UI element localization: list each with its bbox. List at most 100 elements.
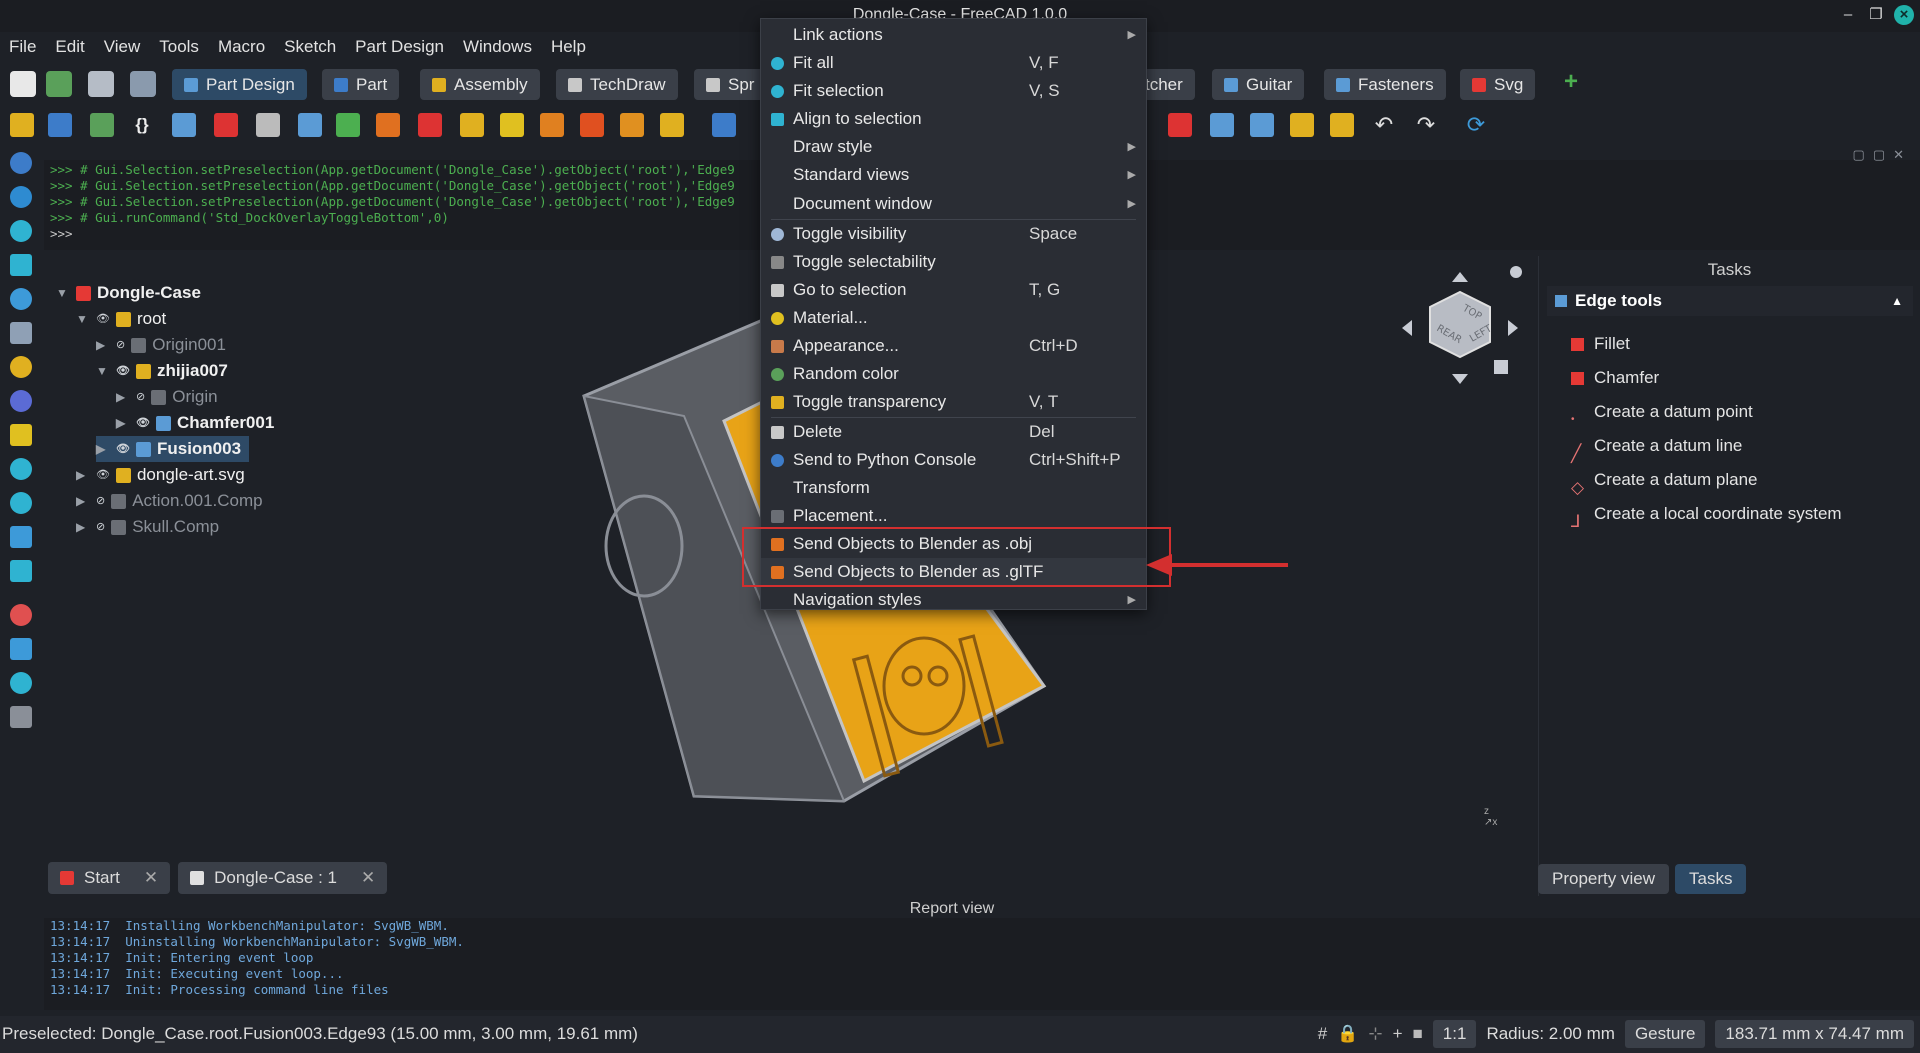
mirrored-icon[interactable]	[1168, 113, 1192, 137]
task-datum-point[interactable]: • Create a datum point	[1571, 398, 1753, 426]
eye-icon[interactable]: 👁	[116, 436, 130, 462]
star-icon[interactable]	[10, 390, 32, 412]
validate-sketch-icon[interactable]	[256, 113, 280, 137]
tab-start[interactable]: Start ✕	[48, 862, 171, 894]
tab-tasks[interactable]: Tasks	[1674, 864, 1747, 894]
revolution-icon[interactable]	[376, 113, 400, 137]
task-fillet[interactable]: Fillet	[1571, 330, 1630, 358]
snap-icon[interactable]: ⊹	[1368, 1024, 1382, 1044]
box-select-icon[interactable]	[10, 638, 32, 660]
tree-item-dongle-art-svg[interactable]: ▶ 👁 dongle-art.svg	[76, 462, 245, 488]
workbench-tab-part[interactable]: Part	[322, 69, 400, 100]
tab-property-view[interactable]: Property view	[1538, 864, 1669, 894]
additive-helix-icon[interactable]	[500, 113, 524, 137]
tree-item-skull-comp[interactable]: ▶ ⊘ Skull.Comp	[76, 514, 219, 540]
menu-item-link-actions[interactable]: Link actions ▶	[761, 21, 1146, 49]
lock-icon[interactable]: 🔒	[1337, 1024, 1358, 1044]
zoom-in-icon[interactable]	[10, 458, 32, 480]
datum-icon[interactable]	[298, 113, 322, 137]
task-datum-line[interactable]: ╱ Create a datum line	[1571, 432, 1742, 463]
measure-icon[interactable]	[10, 560, 32, 582]
refresh-icon[interactable]: ⟳	[1464, 113, 1488, 137]
menu-item-random-color[interactable]: Random color	[761, 360, 1146, 388]
eye-icon[interactable]: 👁	[116, 358, 130, 384]
menu-item-placement[interactable]: Placement...	[761, 502, 1146, 530]
workbench-tab-techdraw[interactable]: TechDraw	[556, 69, 678, 100]
sketch-icon[interactable]	[214, 113, 238, 137]
menu-item-transform[interactable]: Transform	[761, 474, 1146, 502]
menu-item-navigation-styles[interactable]: Navigation styles ▶	[761, 586, 1146, 614]
menu-item-draw-style[interactable]: Draw style ▶	[761, 133, 1146, 161]
eye-icon[interactable]: 👁	[96, 462, 110, 488]
open-document-icon[interactable]	[46, 71, 72, 97]
menu-item-toggle-transparency[interactable]: Toggle transparency V, T	[761, 388, 1146, 416]
menu-item-standard-views[interactable]: Standard views ▶	[761, 161, 1146, 189]
boolean-icon[interactable]	[1330, 113, 1354, 137]
hidden-icon[interactable]: ⊘	[136, 384, 145, 410]
menu-item-document-window[interactable]: Document window ▶	[761, 190, 1146, 218]
tree-item-origin001[interactable]: ▶ ⊘ Origin001	[96, 332, 226, 358]
tree-item-fusion003[interactable]: ▶ 👁 Fusion003	[96, 436, 250, 462]
menu-item-fit-selection[interactable]: Fit selection V, S	[761, 77, 1146, 105]
additive-loft-icon[interactable]	[418, 113, 442, 137]
menu-item-align-to-selection[interactable]: Align to selection	[761, 105, 1146, 133]
ratio-select[interactable]: 1:1	[1432, 1020, 1477, 1048]
maximize-icon[interactable]: ❐	[1866, 5, 1886, 25]
workbench-tab-guitar[interactable]: Guitar	[1212, 69, 1305, 100]
eye-icon[interactable]: 👁	[96, 306, 110, 332]
menu-item-appearance[interactable]: Appearance... Ctrl+D	[761, 332, 1146, 360]
add-workbench-icon[interactable]: +	[1564, 68, 1578, 96]
menu-macro[interactable]: Macro	[209, 34, 275, 60]
save-view-icon[interactable]	[10, 424, 32, 446]
wrench-icon[interactable]	[10, 288, 32, 310]
console-panel-controls[interactable]: ▢▢✕	[1853, 147, 1912, 163]
shape-binder-icon[interactable]	[172, 113, 196, 137]
menu-windows[interactable]: Windows	[454, 34, 542, 60]
collapse-icon[interactable]: ▲	[1891, 294, 1903, 308]
clipping-icon[interactable]	[10, 604, 32, 626]
workbench-tab-assembly[interactable]: Assembly	[420, 69, 540, 100]
hole-icon[interactable]	[620, 113, 644, 137]
task-local-coordinate-system[interactable]: ⅃ Create a local coordinate system	[1571, 500, 1842, 531]
edge-tools-header[interactable]: Edge tools ▲	[1547, 286, 1913, 316]
menu-edit[interactable]: Edit	[46, 34, 94, 60]
workbench-tab-spreadsheet[interactable]: Spr	[694, 69, 767, 100]
new-document-icon[interactable]	[10, 71, 36, 97]
square-icon[interactable]: ■	[1413, 1024, 1423, 1044]
tree-item-root[interactable]: ▼ 👁 root	[76, 306, 166, 332]
tool-icon[interactable]	[10, 706, 32, 728]
task-datum-plane[interactable]: ◇ Create a datum plane	[1571, 466, 1758, 497]
camera-icon[interactable]	[10, 254, 32, 276]
cube-view-icon[interactable]	[10, 526, 32, 548]
body-icon[interactable]	[10, 113, 34, 137]
menu-file[interactable]: File	[0, 34, 46, 60]
tab-dongle-case[interactable]: Dongle-Case : 1 ✕	[178, 862, 388, 894]
inspect-icon[interactable]	[10, 672, 32, 694]
close-icon[interactable]: ×	[1894, 5, 1914, 25]
navigation-style-select[interactable]: Gesture	[1624, 1020, 1706, 1048]
menu-item-delete[interactable]: Delete Del	[761, 418, 1146, 446]
redo-icon[interactable]: ↷	[1414, 113, 1438, 137]
menu-tools[interactable]: Tools	[150, 34, 209, 60]
tree-item-action-comp[interactable]: ▶ ⊘ Action.001.Comp	[76, 488, 263, 514]
close-tab-icon[interactable]: ✕	[361, 862, 375, 894]
additive-pipe-icon[interactable]	[460, 113, 484, 137]
add-icon[interactable]	[10, 356, 32, 378]
tree-item-dongle-case[interactable]: ▼ Dongle-Case	[56, 280, 201, 306]
menu-item-send-to-python-console[interactable]: Send to Python Console Ctrl+Shift+P	[761, 446, 1146, 474]
menu-part-design[interactable]: Part Design	[346, 34, 454, 60]
menu-item-toggle-visibility[interactable]: Toggle visibility Space	[761, 220, 1146, 248]
tree-item-chamfer001[interactable]: ▶ 👁 Chamfer001	[116, 410, 274, 436]
groove-icon[interactable]	[660, 113, 684, 137]
isometric-icon[interactable]	[10, 220, 32, 242]
hidden-icon[interactable]: ⊘	[116, 332, 125, 358]
grid-icon[interactable]: #	[1318, 1024, 1327, 1044]
menu-item-toggle-selectability[interactable]: Toggle selectability	[761, 248, 1146, 276]
undo-icon[interactable]: ↶	[1372, 113, 1396, 137]
multitransform-icon[interactable]	[1290, 113, 1314, 137]
pad-icon[interactable]	[336, 113, 360, 137]
menu-help[interactable]: Help	[542, 34, 596, 60]
close-tab-icon[interactable]: ✕	[144, 862, 158, 894]
whats-this-icon[interactable]	[130, 71, 156, 97]
grid-icon[interactable]	[10, 322, 32, 344]
